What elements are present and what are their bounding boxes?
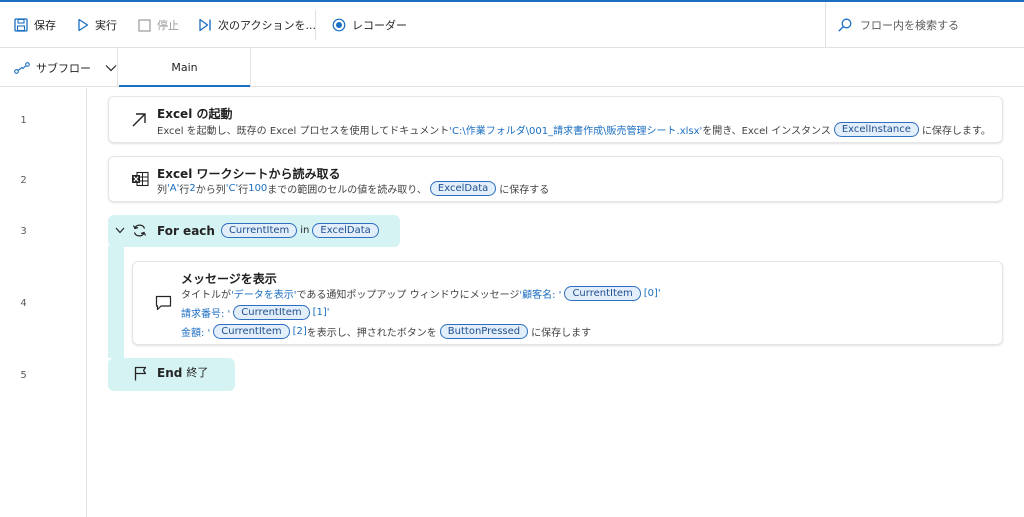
recorder-label: レコーダー [352, 19, 407, 32]
toolbar-divider [315, 10, 316, 40]
action-end[interactable]: End 終了 [108, 358, 235, 391]
message-value: [0]' [643, 288, 661, 299]
desc-text: タイトルが [181, 290, 231, 301]
save-button[interactable]: 保存 [14, 2, 56, 48]
subflow-icon [14, 61, 30, 74]
line-number: 4 [20, 298, 27, 309]
line-number: 2 [20, 175, 27, 186]
desc-text: に保存します。 [921, 126, 991, 137]
subflows-dropdown[interactable]: サブフロー [0, 48, 118, 87]
message-value: 請求番号: ' [181, 309, 231, 320]
line-number: 3 [20, 226, 27, 237]
action-for-each[interactable]: For each CurrentItem in ExcelData [108, 215, 400, 247]
record-icon [332, 18, 346, 32]
run-next-action-button[interactable]: 次のアクションを... [198, 2, 316, 48]
for-each-line: For each CurrentItem in ExcelData [157, 223, 382, 238]
message-value: '顧客名: ' [519, 290, 562, 301]
file-path-value: 'C:\作業フォルダ\001_請求書作成\販売管理シート.xlsx' [449, 126, 703, 137]
variable-token[interactable]: ExcelInstance [833, 122, 919, 137]
flag-icon [134, 366, 147, 381]
row-value: 100 [248, 183, 268, 194]
line-number: 1 [20, 115, 27, 126]
excel-sheet-icon [132, 171, 149, 187]
arrow-up-right-icon [132, 113, 146, 127]
action-description: 列 'A' 行 2 から列 'C' 行 100 までの範囲のセルの値を読み取り、… [157, 181, 549, 196]
desc-text: に保存します [531, 328, 592, 339]
action-display-message[interactable]: メッセージを表示 タイトルが 'データを表示' である通知ポップアップ ウィンド… [132, 261, 1003, 345]
desc-text: である通知ポップアップ ウィンドウにメッセージ [296, 290, 520, 301]
desc-text: までの範囲のセルの値を読み取り、 [267, 185, 427, 196]
run-button[interactable]: 実行 [77, 2, 117, 48]
action-title: Excel ワークシートから読み取る [157, 167, 341, 181]
end-line: End 終了 [157, 366, 208, 380]
subflows-label: サブフロー [36, 61, 91, 75]
variable-token[interactable]: CurrentItem [220, 223, 298, 238]
play-icon [78, 18, 89, 32]
stop-icon [138, 18, 151, 32]
message-value: [2] [292, 326, 307, 337]
in-keyword: in [300, 225, 310, 236]
save-label: 保存 [34, 19, 56, 32]
desc-text: 列 [157, 185, 167, 196]
search-box[interactable] [825, 2, 1024, 48]
action-title: End [157, 366, 183, 380]
tab-main-label: Main [171, 61, 198, 74]
message-value: 金額: ' [181, 328, 211, 339]
tab-row: サブフロー Main [0, 48, 1024, 87]
variable-token[interactable]: ExcelData [312, 223, 379, 238]
action-read-worksheet[interactable]: Excel ワークシートから読み取る 列 'A' 行 2 から列 'C' 行 1… [108, 156, 1003, 202]
end-annotation: 終了 [186, 366, 209, 379]
desc-text: を表示し、押されたボタンを [306, 328, 437, 339]
step-icon [199, 18, 211, 32]
message-value: [1]' [312, 307, 330, 318]
action-description: Excel を起動し、既存の Excel プロセスを使用してドキュメント 'C:… [157, 122, 991, 137]
variable-token[interactable]: ExcelData [429, 181, 497, 196]
tab-main[interactable]: Main [119, 48, 251, 87]
desc-text: Excel を起動し、既存の Excel プロセスを使用してドキュメント [157, 126, 450, 137]
save-icon [14, 18, 28, 32]
line-number: 5 [20, 370, 27, 381]
action-title: Excel の起動 [157, 107, 233, 121]
stop-label: 停止 [157, 19, 179, 32]
column-value: 'A' [167, 183, 180, 194]
toolbar: 保存 実行 停止 次のアクションを... レコーダー [0, 2, 1024, 48]
line-number-gutter: 1 2 3 4 5 [0, 88, 87, 517]
message-icon [155, 295, 172, 311]
action-description-line-2: 請求番号: ' CurrentItem [1]' [181, 305, 330, 320]
action-description-line-1: タイトルが 'データを表示' である通知ポップアップ ウィンドウにメッセージ '… [181, 286, 661, 301]
run-label: 実行 [95, 19, 117, 32]
loop-icon [132, 224, 147, 237]
action-launch-excel[interactable]: Excel の起動 Excel を起動し、既存の Excel プロセスを使用して… [108, 96, 1003, 143]
action-title: For each [157, 223, 215, 238]
variable-token[interactable]: CurrentItem [213, 324, 290, 339]
chevron-down-icon [105, 64, 117, 71]
run-next-action-label: 次のアクションを... [218, 19, 316, 32]
title-value: 'データを表示' [231, 290, 297, 301]
variable-token[interactable]: ButtonPressed [439, 324, 529, 339]
search-input[interactable] [860, 18, 1010, 32]
search-icon [838, 18, 852, 32]
desc-text: を開き、Excel インスタンス [702, 126, 831, 137]
action-title: メッセージを表示 [181, 272, 277, 286]
loop-body-bar [108, 246, 124, 358]
desc-text: 行 [179, 185, 190, 196]
recorder-button[interactable]: レコーダー [332, 2, 407, 48]
variable-token[interactable]: CurrentItem [564, 286, 641, 301]
variable-token[interactable]: CurrentItem [233, 305, 310, 320]
chevron-down-icon[interactable] [115, 227, 125, 234]
action-description-line-3: 金額: ' CurrentItem [2] を表示し、押されたボタンを Butt… [181, 324, 591, 339]
desc-text: 行 [238, 185, 249, 196]
column-value: 'C' [225, 183, 239, 194]
desc-text: に保存する [499, 185, 550, 196]
desc-text: から列 [195, 185, 226, 196]
stop-button[interactable]: 停止 [138, 2, 179, 48]
